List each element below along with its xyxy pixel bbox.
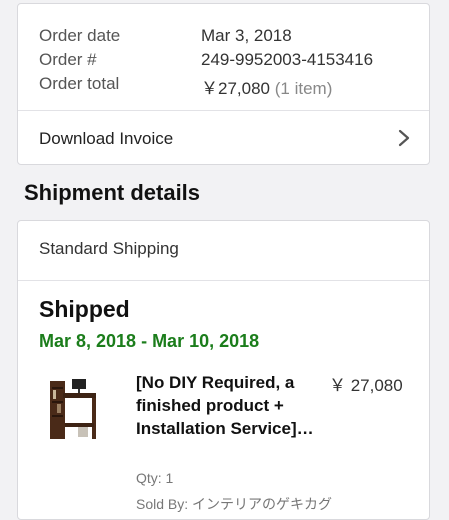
order-total-value-group: ￥27,080 (1 item) (201, 74, 332, 99)
delivery-dates: Mar 8, 2018 - Mar 10, 2018 (39, 331, 260, 351)
shipment-card: Standard Shipping Shipped Mar 8, 2018 - … (17, 220, 430, 520)
shipping-method: Standard Shipping (39, 239, 179, 258)
product-seller: Sold By: インテリアのゲキカグ (136, 496, 333, 512)
divider (18, 280, 429, 281)
product-quantity: Qty: 1 (136, 470, 174, 486)
download-invoice-label: Download Invoice (39, 129, 174, 148)
chevron-right-icon (398, 129, 410, 147)
order-total-value: ￥27,080 (201, 79, 270, 98)
order-date-value: Mar 3, 2018 (201, 26, 292, 45)
shipment-details-heading: Shipment details (24, 180, 201, 205)
download-invoice-button[interactable]: Download Invoice (18, 111, 429, 166)
desk-product-image[interactable] (48, 373, 98, 443)
order-number-label: Order # (39, 50, 97, 69)
order-total-label: Order total (39, 74, 120, 93)
order-item-count: (1 item) (274, 79, 333, 98)
product-title-link[interactable]: [No DIY Required, a finished product + I… (136, 371, 316, 440)
order-number-value: 249-9952003-4153416 (201, 50, 374, 69)
product-price: ￥ 27,080 (329, 376, 403, 395)
order-summary-card: Order date Mar 3, 2018 Order # 249-99520… (17, 3, 430, 165)
order-date-label: Order date (39, 26, 121, 45)
shipment-status: Shipped (39, 296, 130, 322)
